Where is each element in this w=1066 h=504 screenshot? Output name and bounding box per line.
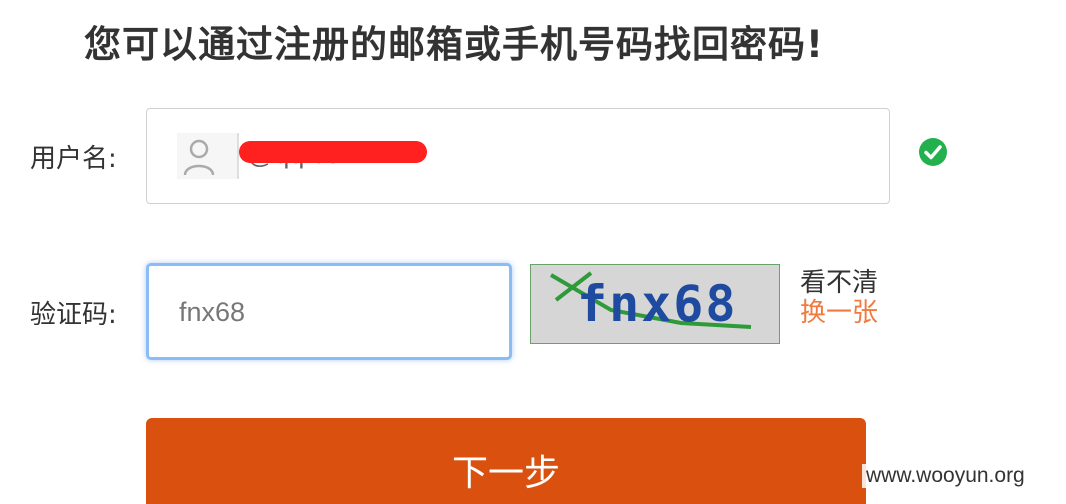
user-icon [177, 133, 239, 179]
captcha-image[interactable]: fnx68 [530, 264, 780, 344]
check-circle-icon [919, 138, 947, 166]
redaction-mark [239, 141, 427, 163]
captcha-input[interactable]: fnx68 [146, 263, 512, 360]
next-button[interactable]: 下一步 [146, 418, 866, 504]
captcha-label: 验证码: [30, 300, 117, 330]
watermark: www.wooyun.org [862, 464, 1029, 488]
username-label: 用户名: [30, 144, 117, 174]
page-title: 您可以通过注册的邮箱或手机号码找回密码! [84, 23, 824, 66]
username-field[interactable]: @qq.com [146, 108, 890, 204]
captcha-image-text: fnx68 [577, 275, 738, 333]
captcha-input-value: fnx68 [179, 297, 246, 327]
refresh-captcha-link[interactable]: 换一张 [800, 292, 878, 329]
